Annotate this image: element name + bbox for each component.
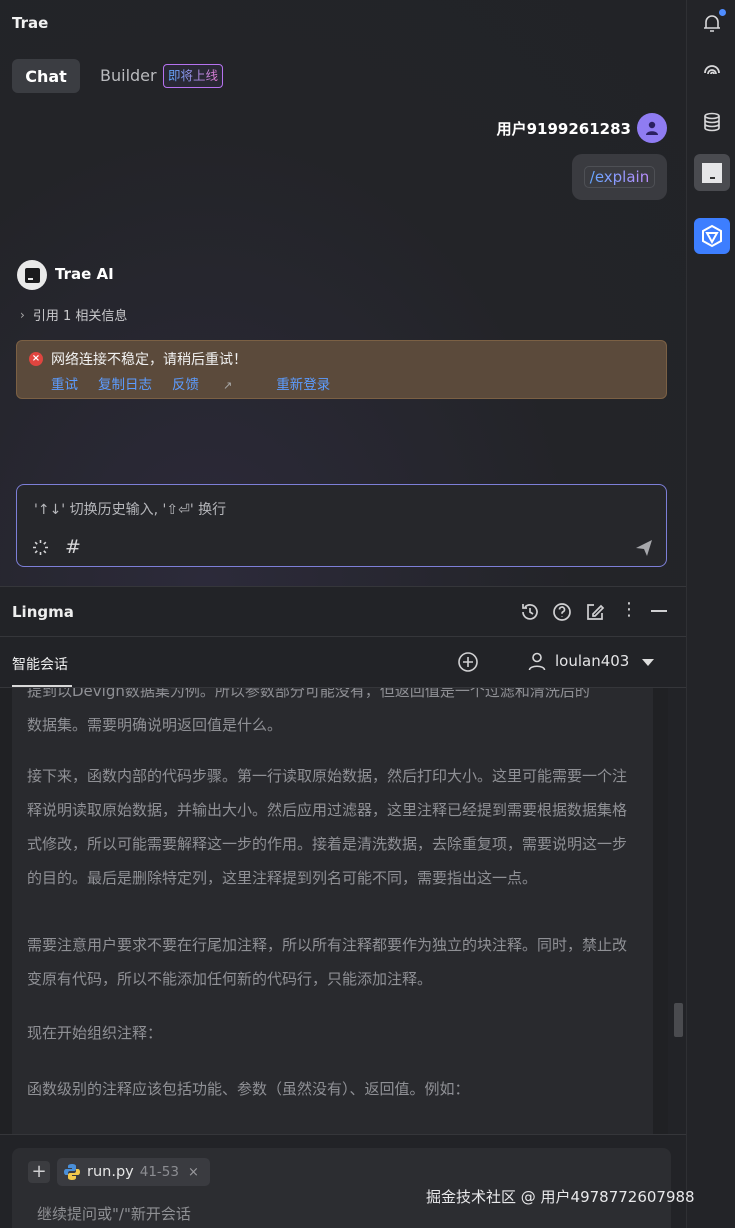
content-paragraph: 函数级别的注释应该包括功能、参数（虽然没有）、返回值。例如： bbox=[27, 1080, 470, 1098]
active-tab-indicator bbox=[12, 685, 72, 687]
chat-input-placeholder: '↑↓' 切换历史输入, '⇧⏎' 换行 bbox=[34, 502, 227, 518]
watermark: 掘金技术社区 @ 用户4978772607988 bbox=[426, 1188, 695, 1206]
tab-smart-chat[interactable]: 智能会话 bbox=[12, 654, 68, 674]
magic-wand-icon[interactable] bbox=[32, 539, 49, 561]
user-icon bbox=[528, 652, 546, 671]
external-link-icon: ↗ bbox=[223, 379, 233, 392]
explain-command-chip[interactable]: /explain bbox=[583, 166, 656, 188]
chevron-right-icon: › bbox=[20, 307, 25, 322]
scroll-track bbox=[668, 688, 686, 1134]
database-icon bbox=[704, 112, 720, 132]
lingma-title: Lingma bbox=[12, 603, 74, 621]
minimize-icon[interactable] bbox=[651, 610, 667, 612]
notification-dot bbox=[719, 9, 726, 16]
new-chat-icon[interactable] bbox=[457, 651, 479, 677]
error-icon: × bbox=[29, 352, 43, 366]
hash-icon[interactable]: # bbox=[65, 536, 81, 558]
chat-input[interactable]: '↑↓' 切换历史输入, '⇧⏎' 换行 # bbox=[16, 484, 667, 567]
feedback-link[interactable]: 反馈 ↗ bbox=[172, 373, 252, 393]
user-name: 用户9199261283 bbox=[496, 120, 631, 138]
lingma-header: Lingma ⋮ bbox=[0, 586, 686, 637]
content-paragraph: 需要注意用户要求不要在行尾加注释，所以所有注释都要作为独立的块注释。同时，禁止改… bbox=[27, 936, 628, 988]
context-file-range: 41-53 bbox=[139, 1164, 179, 1180]
chat-content: 提到以Devign数据集为例。所以参数部分可能没有，但返回值是一个过滤和清洗后的… bbox=[12, 688, 653, 1134]
edit-icon[interactable] bbox=[584, 601, 606, 627]
lingma-tabs: 智能会话 loulan403 bbox=[0, 637, 686, 688]
trae-panel-icon bbox=[702, 162, 722, 183]
ai-name: Trae AI bbox=[55, 265, 114, 283]
context-file-chip: run.py 41-53 × bbox=[57, 1158, 210, 1186]
remove-file-icon[interactable]: × bbox=[188, 1165, 199, 1180]
scrollbar-thumb[interactable] bbox=[674, 1003, 683, 1037]
feedback-label: 反馈 bbox=[172, 377, 199, 393]
content-paragraph: 提到以Devign数据集为例。所以参数部分可能没有，但返回值是一个过滤和清洗后的 bbox=[27, 688, 590, 700]
content-paragraph: 现在开始组织注释： bbox=[27, 1024, 163, 1042]
account-username: loulan403 bbox=[555, 652, 630, 670]
more-vertical-icon[interactable]: ⋮ bbox=[620, 599, 638, 620]
python-icon bbox=[64, 1164, 80, 1180]
notifications-button[interactable] bbox=[695, 6, 729, 40]
user-icon bbox=[646, 121, 658, 135]
trae-panel: Trae Chat Builder 即将上线 用户9199261283 /exp… bbox=[0, 0, 686, 586]
relogin-link[interactable]: 重新登录 bbox=[276, 373, 330, 393]
tab-builder[interactable]: Builder bbox=[100, 66, 157, 85]
send-icon[interactable] bbox=[634, 538, 654, 562]
trae-ai-avatar bbox=[17, 260, 47, 290]
user-message-bubble: /explain bbox=[572, 154, 667, 200]
context-file-name: run.py bbox=[87, 1164, 134, 1180]
trae-panel-button[interactable] bbox=[694, 154, 730, 191]
reference-toggle[interactable]: › 引用 1 相关信息 bbox=[20, 305, 128, 325]
error-message: × 网络连接不稳定，请稍后重试！ 重试 复制日志 反馈 ↗ 重新登录 bbox=[16, 340, 667, 399]
panel-title: Trae bbox=[12, 14, 49, 32]
tab-chat[interactable]: Chat bbox=[12, 59, 80, 93]
lingma-icon bbox=[702, 224, 722, 248]
content-paragraph: 数据集。需要明确说明返回值是什么。 bbox=[27, 716, 283, 734]
error-actions: 重试 复制日志 反馈 ↗ 重新登录 bbox=[51, 373, 350, 393]
add-context-button[interactable]: + bbox=[28, 1161, 50, 1183]
lingma-input-placeholder: 继续提问或"/"新开会话 bbox=[37, 1205, 191, 1223]
caret-down-icon[interactable] bbox=[642, 659, 654, 666]
lingma-button[interactable] bbox=[694, 218, 730, 254]
content-paragraph: 接下来，函数内部的代码步骤。第一行读取原始数据，然后打印大小。这里可能需要一个注… bbox=[27, 767, 628, 887]
database-button[interactable] bbox=[695, 105, 729, 139]
reference-label: 引用 1 相关信息 bbox=[32, 309, 128, 324]
error-text: 网络连接不稳定，请稍后重试！ bbox=[51, 352, 247, 368]
activity-bar bbox=[686, 0, 735, 1228]
retry-link[interactable]: 重试 bbox=[51, 373, 78, 393]
trae-logo-icon bbox=[24, 267, 40, 283]
copy-log-link[interactable]: 复制日志 bbox=[98, 373, 152, 393]
user-avatar bbox=[637, 113, 667, 143]
history-icon[interactable] bbox=[519, 601, 541, 627]
trae-swirl-icon bbox=[704, 65, 720, 75]
trae-swirl-button[interactable] bbox=[695, 55, 729, 89]
help-icon[interactable] bbox=[551, 601, 573, 627]
coming-soon-label: 即将上线 bbox=[168, 68, 219, 83]
coming-soon-badge: 即将上线 bbox=[163, 64, 224, 88]
account-selector[interactable]: loulan403 bbox=[527, 651, 629, 671]
